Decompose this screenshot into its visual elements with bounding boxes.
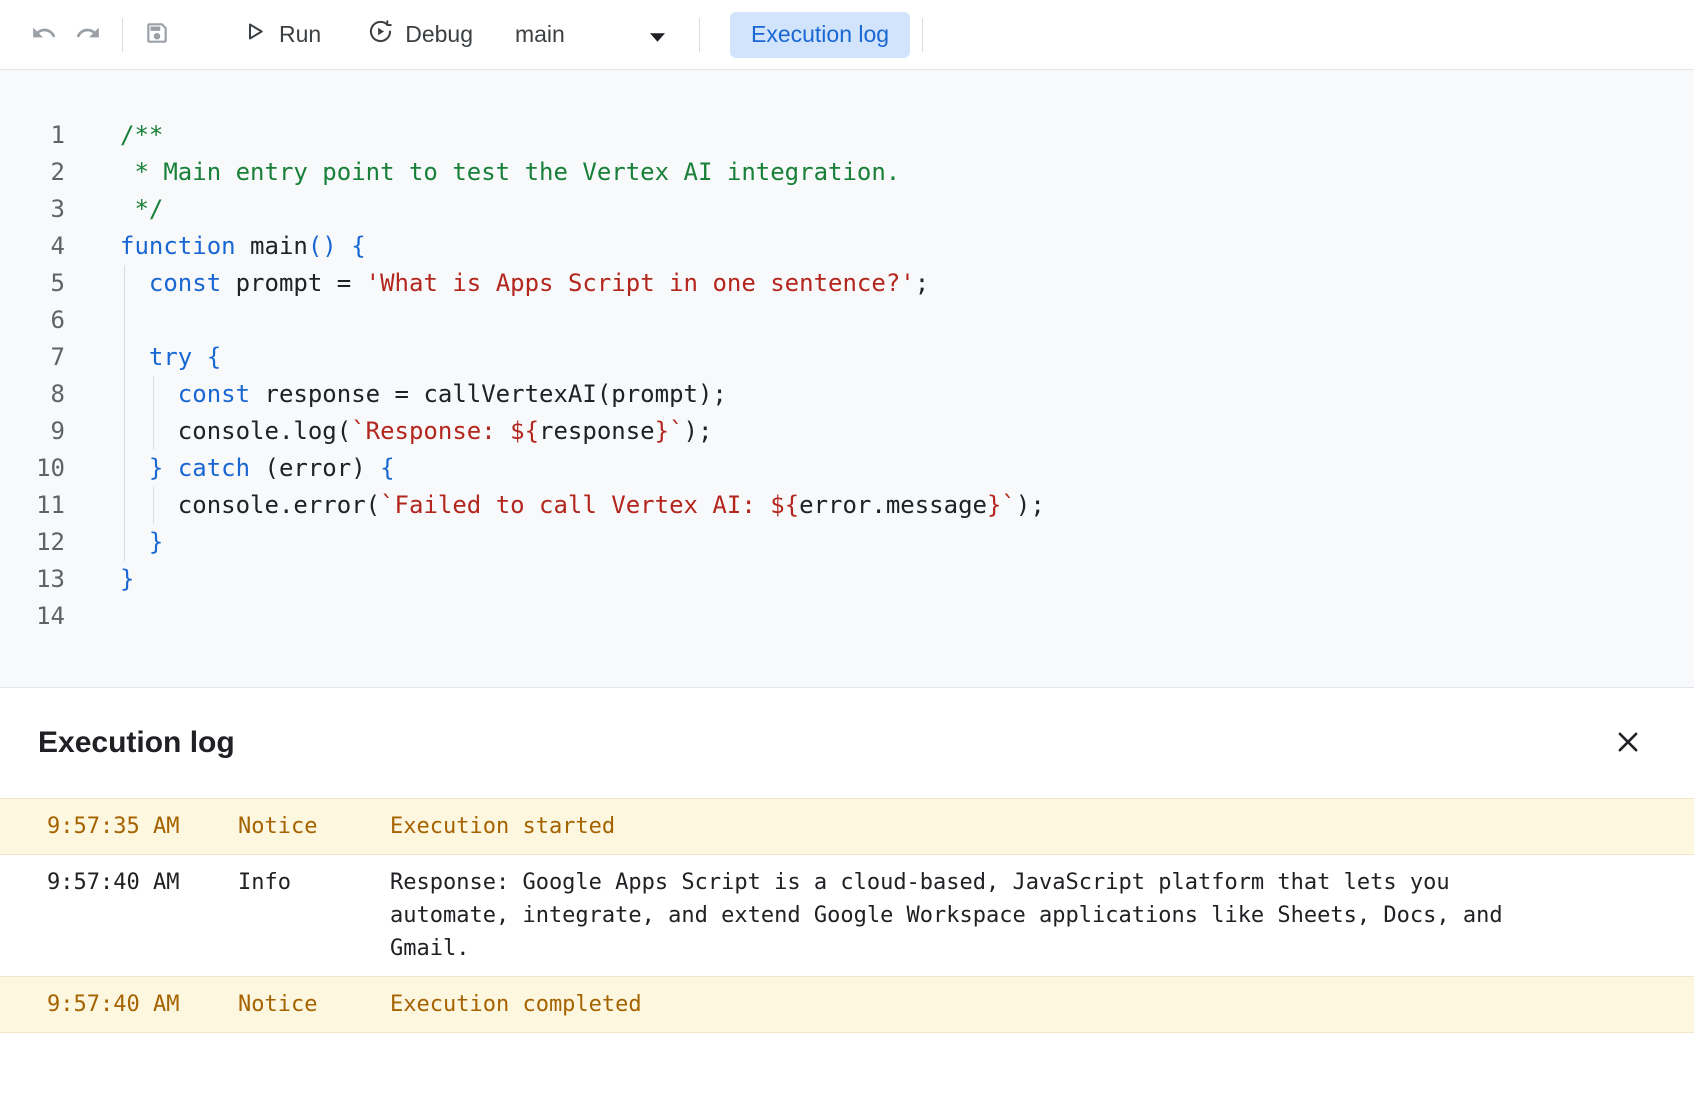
- line-number[interactable]: 1: [0, 117, 65, 154]
- line-number[interactable]: 4: [0, 228, 65, 265]
- execution-log-panel: Execution log 9:57:35 AMNoticeExecution …: [0, 688, 1694, 1033]
- line-number[interactable]: 14: [0, 598, 65, 635]
- caret-down-icon: [650, 21, 665, 48]
- toolbar-divider: [922, 18, 923, 52]
- line-number[interactable]: 13: [0, 561, 65, 598]
- line-number[interactable]: 11: [0, 487, 65, 524]
- code-line-text: }: [65, 524, 163, 561]
- code-line-text: try {: [65, 339, 221, 376]
- undo-icon: [31, 20, 57, 49]
- code-line-text: console.error(`Failed to call Vertex AI:…: [65, 487, 1045, 524]
- run-button[interactable]: Run: [231, 10, 331, 59]
- execution-log-button[interactable]: Execution log: [730, 12, 910, 58]
- log-message: Execution started: [390, 810, 1505, 843]
- code-line-text: /**: [65, 117, 163, 154]
- code-line-text: [65, 302, 120, 339]
- run-play-icon: [241, 18, 268, 51]
- debug-label: Debug: [405, 21, 473, 48]
- log-message: Response: Google Apps Script is a cloud-…: [390, 866, 1505, 965]
- code-line-text: * Main entry point to test the Vertex AI…: [65, 154, 900, 191]
- undo-button[interactable]: [22, 13, 66, 57]
- log-row: 9:57:40 AMInfoResponse: Google Apps Scri…: [0, 855, 1694, 976]
- toolbar-divider: [122, 18, 123, 52]
- log-time: 9:57:35 AM: [47, 810, 238, 843]
- log-row: 9:57:40 AMNoticeExecution completed: [0, 976, 1694, 1033]
- code-line[interactable]: 9 console.log(`Response: ${response}`);: [0, 413, 1694, 450]
- code-line[interactable]: 14: [0, 598, 1694, 635]
- code-line[interactable]: 8 const response = callVertexAI(prompt);: [0, 376, 1694, 413]
- debug-button[interactable]: Debug: [357, 10, 483, 59]
- code-line[interactable]: 13}: [0, 561, 1694, 598]
- code-line-text: } catch (error) {: [65, 450, 395, 487]
- redo-button[interactable]: [66, 13, 110, 57]
- line-number[interactable]: 7: [0, 339, 65, 376]
- code-line[interactable]: 4function main() {: [0, 228, 1694, 265]
- toolbar: Run Debug main Execution log: [0, 0, 1694, 69]
- code-line[interactable]: 11 console.error(`Failed to call Vertex …: [0, 487, 1694, 524]
- code-line-text: */: [65, 191, 163, 228]
- debug-icon: [367, 18, 394, 51]
- indent-guide: [153, 487, 154, 524]
- indent-guide: [153, 376, 154, 450]
- log-time: 9:57:40 AM: [47, 988, 238, 1021]
- code-line-text: const prompt = 'What is Apps Script in o…: [65, 265, 929, 302]
- log-time: 9:57:40 AM: [47, 866, 238, 965]
- line-number[interactable]: 6: [0, 302, 65, 339]
- code-line[interactable]: 1/**: [0, 117, 1694, 154]
- line-number[interactable]: 10: [0, 450, 65, 487]
- function-selector-value: main: [515, 21, 565, 48]
- execution-log-title: Execution log: [38, 726, 235, 760]
- save-project-icon: [144, 20, 170, 49]
- code-editor[interactable]: 1/**2 * Main entry point to test the Ver…: [0, 69, 1694, 688]
- code-line[interactable]: 5 const prompt = 'What is Apps Script in…: [0, 265, 1694, 302]
- redo-icon: [75, 20, 101, 49]
- code-line-text: const response = callVertexAI(prompt);: [65, 376, 727, 413]
- code-line-text: [65, 598, 120, 635]
- log-level: Notice: [238, 988, 390, 1021]
- close-icon: [1614, 728, 1642, 759]
- log-row: 9:57:35 AMNoticeExecution started: [0, 798, 1694, 855]
- line-number[interactable]: 8: [0, 376, 65, 413]
- log-message: Execution completed: [390, 988, 1505, 1021]
- code-line[interactable]: 6: [0, 302, 1694, 339]
- code-line[interactable]: 3 */: [0, 191, 1694, 228]
- line-number[interactable]: 12: [0, 524, 65, 561]
- code-line[interactable]: 12 }: [0, 524, 1694, 561]
- code-line[interactable]: 10 } catch (error) {: [0, 450, 1694, 487]
- log-level: Info: [238, 866, 390, 965]
- log-rows: 9:57:35 AMNoticeExecution started9:57:40…: [0, 798, 1694, 1033]
- execution-log-header: Execution log: [0, 688, 1694, 798]
- run-label: Run: [279, 21, 321, 48]
- line-number[interactable]: 9: [0, 413, 65, 450]
- code-area[interactable]: 1/**2 * Main entry point to test the Ver…: [0, 117, 1694, 635]
- line-number[interactable]: 5: [0, 265, 65, 302]
- line-number[interactable]: 2: [0, 154, 65, 191]
- toolbar-divider: [699, 18, 700, 52]
- line-number[interactable]: 3: [0, 191, 65, 228]
- code-line-text: function main() {: [65, 228, 366, 265]
- code-line-text: }: [65, 561, 134, 598]
- log-level: Notice: [238, 810, 390, 843]
- function-selector[interactable]: main: [509, 13, 671, 56]
- save-project-button[interactable]: [135, 13, 179, 57]
- code-line-text: console.log(`Response: ${response}`);: [65, 413, 712, 450]
- code-line[interactable]: 2 * Main entry point to test the Vertex …: [0, 154, 1694, 191]
- close-log-button[interactable]: [1606, 721, 1650, 765]
- indent-guide: [124, 265, 125, 561]
- code-line[interactable]: 7 try {: [0, 339, 1694, 376]
